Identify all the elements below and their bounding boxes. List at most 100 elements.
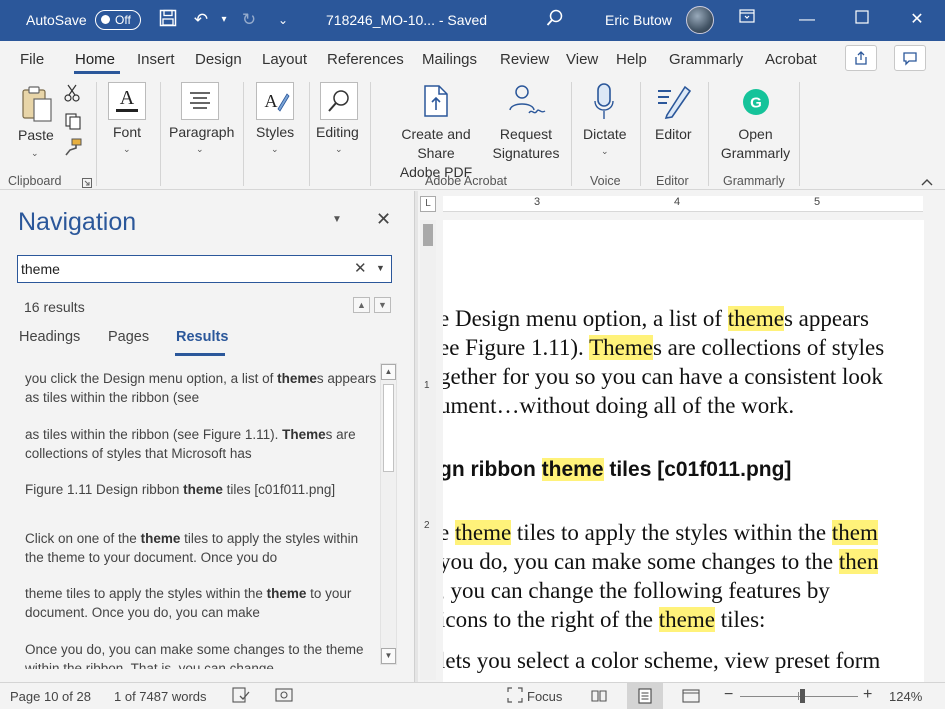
share-button[interactable] (845, 45, 877, 71)
request-signatures-button[interactable]: Request Signatures (492, 125, 560, 163)
editor-icon[interactable] (655, 83, 693, 122)
paragraph-button[interactable]: Paragraph (169, 123, 234, 142)
zoom-out-button[interactable]: − (724, 686, 733, 704)
horizontal-ruler[interactable]: 3 4 5 (443, 196, 923, 212)
tab-insert[interactable]: Insert (137, 51, 175, 68)
document-page[interactable]: e Design menu option, a list of themes a… (443, 220, 924, 682)
document-line: you do, you can make some changes to the… (443, 549, 879, 575)
macro-recording-icon[interactable] (275, 687, 293, 706)
paragraph-dropdown-icon[interactable]: ⌄ (196, 144, 204, 155)
read-mode-button[interactable] (581, 683, 617, 709)
editing-icon[interactable] (320, 82, 358, 123)
request-signatures-icon[interactable] (507, 84, 547, 121)
collapse-ribbon-icon[interactable] (920, 175, 934, 190)
word-count[interactable]: 1 of 7487 words (114, 689, 207, 704)
dictate-dropdown-icon[interactable]: ⌄ (601, 146, 609, 157)
search-options-icon[interactable]: ▼ (376, 263, 385, 273)
tab-file[interactable]: File (20, 51, 44, 68)
font-button[interactable]: Font (113, 123, 141, 142)
undo-icon[interactable]: ↶ (190, 9, 212, 31)
autosave-toggle[interactable]: Off (95, 10, 141, 30)
document-line: gether for you so you can have a consist… (443, 364, 883, 390)
customize-toolbar-icon[interactable]: ⌄ (272, 9, 294, 31)
editing-button[interactable]: Editing (316, 123, 359, 142)
tab-home[interactable]: Home (75, 51, 115, 68)
result-item[interactable]: as tiles within the ribbon (see Figure 1… (25, 425, 377, 463)
tab-help[interactable]: Help (616, 51, 647, 68)
undo-dropdown-icon[interactable]: ▾ (213, 9, 235, 31)
clear-search-icon[interactable]: ✕ (354, 259, 367, 277)
comments-button[interactable] (894, 45, 926, 71)
tab-view[interactable]: View (566, 51, 598, 68)
clipboard-launcher-icon[interactable] (82, 176, 92, 191)
styles-icon[interactable]: A (256, 82, 294, 123)
search-icon[interactable] (544, 9, 566, 31)
scroll-up-arrow[interactable]: ▲ (381, 364, 396, 380)
previous-result-button[interactable]: ▲ (353, 297, 370, 313)
cut-icon[interactable] (64, 84, 80, 105)
copy-icon[interactable] (64, 112, 82, 133)
tab-mailings[interactable]: Mailings (422, 51, 477, 68)
editing-dropdown-icon[interactable]: ⌄ (335, 144, 343, 155)
create-pdf-icon[interactable] (421, 84, 453, 121)
navigation-search-input[interactable] (21, 259, 341, 279)
ribbon-display-options-icon[interactable] (735, 8, 759, 32)
paste-dropdown-icon[interactable]: ⌄ (31, 148, 39, 159)
user-avatar[interactable] (686, 6, 714, 34)
result-item[interactable]: theme tiles to apply the styles within t… (25, 584, 377, 622)
font-dropdown-icon[interactable]: ⌄ (123, 144, 131, 155)
tab-layout[interactable]: Layout (262, 51, 307, 68)
pane-splitter[interactable] (414, 191, 418, 682)
tab-grammarly[interactable]: Grammarly (669, 51, 743, 68)
zoom-level[interactable]: 124% (889, 689, 922, 704)
tab-pages[interactable]: Pages (108, 329, 149, 345)
paste-icon[interactable] (20, 84, 54, 127)
tab-design[interactable]: Design (195, 51, 242, 68)
grammarly-icon[interactable]: G (742, 88, 770, 119)
close-button[interactable]: ✕ (905, 8, 929, 32)
paste-button[interactable]: Paste (18, 126, 54, 145)
minimize-button[interactable]: — (795, 8, 819, 32)
user-name[interactable]: Eric Butow (605, 12, 672, 28)
maximize-button[interactable] (850, 8, 874, 32)
redo-icon[interactable]: ↻ (238, 9, 260, 31)
results-scrollbar[interactable]: ▲ ▼ (380, 363, 397, 665)
result-item[interactable]: Once you do, you can make some changes t… (25, 640, 377, 669)
result-text: as tiles within the ribbon (see Figure 1… (25, 427, 283, 442)
tab-results[interactable]: Results (176, 329, 228, 345)
styles-dropdown-icon[interactable]: ⌄ (271, 144, 279, 155)
focus-icon[interactable] (507, 687, 523, 706)
result-item[interactable]: Figure 1.11 Design ribbon theme tiles [c… (25, 480, 377, 499)
scroll-thumb[interactable] (383, 384, 394, 472)
open-grammarly-button[interactable]: Open Grammarly (718, 125, 793, 163)
styles-button[interactable]: Styles (256, 123, 294, 142)
result-item[interactable]: Click on one of the theme tiles to apply… (25, 529, 377, 567)
pane-options-icon[interactable]: ▼ (332, 214, 342, 225)
format-painter-icon[interactable] (64, 138, 82, 159)
editor-button[interactable]: Editor (655, 125, 692, 144)
paragraph-icon[interactable] (181, 82, 219, 123)
web-layout-button[interactable] (673, 683, 709, 709)
next-result-button[interactable]: ▼ (374, 297, 391, 313)
print-layout-button[interactable] (627, 683, 663, 709)
zoom-slider-thumb[interactable] (800, 689, 805, 703)
vertical-ruler[interactable]: 1 2 (420, 220, 436, 680)
page-indicator[interactable]: Page 10 of 28 (10, 689, 91, 704)
save-icon[interactable] (157, 9, 179, 31)
tab-headings[interactable]: Headings (19, 329, 80, 345)
ribbon-tab-bar: File Home Insert Design Layout Reference… (0, 41, 945, 74)
tab-review[interactable]: Review (500, 51, 549, 68)
zoom-in-button[interactable]: + (863, 686, 872, 704)
focus-button[interactable]: Focus (527, 689, 562, 704)
result-item[interactable]: you click the Design menu option, a list… (25, 369, 377, 407)
proofing-icon[interactable] (232, 687, 250, 706)
close-pane-button[interactable]: ✕ (376, 209, 391, 230)
scroll-down-arrow[interactable]: ▼ (381, 648, 396, 664)
font-icon[interactable]: A (108, 82, 146, 123)
tab-selector[interactable]: L (420, 196, 436, 212)
zoom-slider-track[interactable] (740, 696, 858, 697)
dictate-button[interactable]: Dictate (583, 125, 627, 144)
tab-references[interactable]: References (327, 51, 404, 68)
tab-acrobat[interactable]: Acrobat (765, 51, 817, 68)
microphone-icon[interactable] (593, 83, 615, 124)
